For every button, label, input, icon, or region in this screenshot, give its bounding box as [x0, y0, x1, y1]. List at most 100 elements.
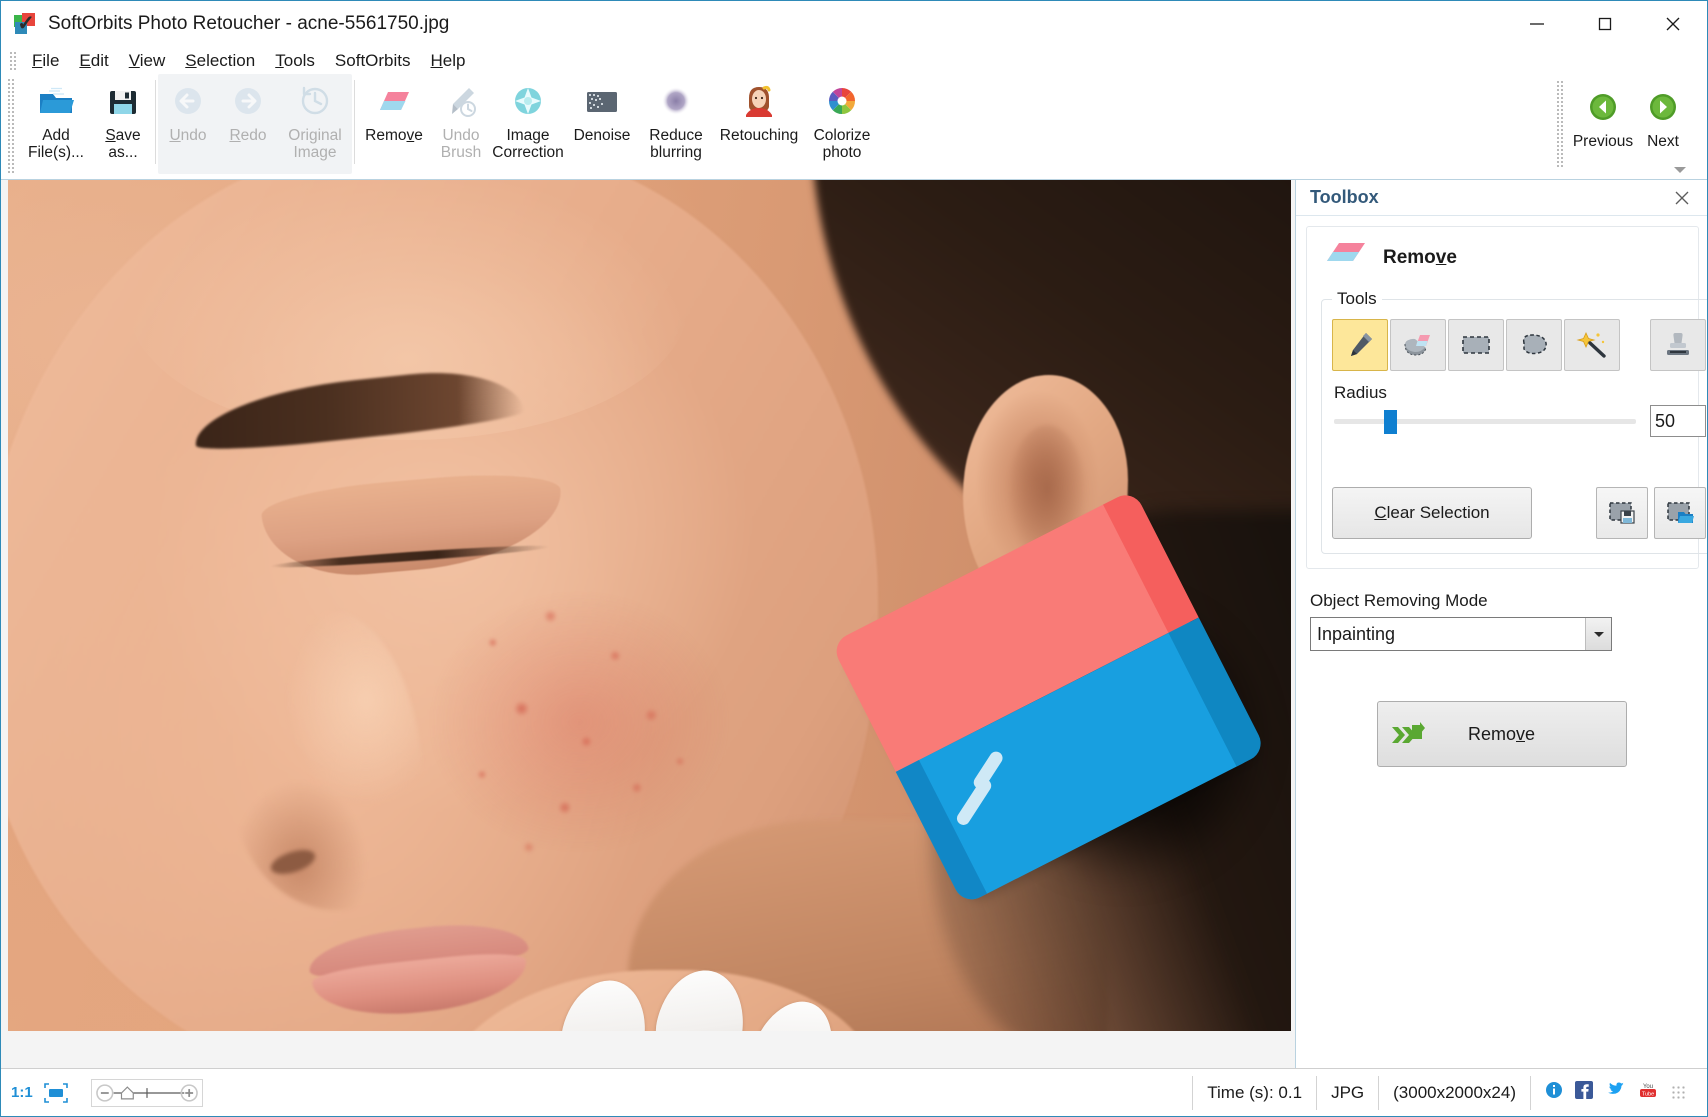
twitter-icon[interactable] — [1605, 1081, 1625, 1104]
radius-row: 50 — [1332, 405, 1706, 437]
portrait-woman-icon — [739, 82, 779, 122]
save-selection-button[interactable] — [1596, 487, 1648, 539]
navigation-grip[interactable] — [1556, 80, 1565, 168]
ribbon-separator-2 — [354, 80, 355, 164]
image-correction-button[interactable]: Image Correction — [491, 74, 565, 170]
undo-brush-line2: Brush — [440, 144, 482, 161]
save-as-label-line1: Save — [105, 127, 141, 144]
tool-magic-wand[interactable] — [1564, 319, 1620, 371]
facebook-icon[interactable] — [1575, 1081, 1593, 1104]
tools-legend: Tools — [1337, 289, 1377, 308]
selection-io-buttons — [1596, 487, 1706, 539]
radius-value-input[interactable]: 50 — [1650, 405, 1706, 437]
radius-slider-thumb[interactable] — [1384, 410, 1397, 434]
application-window: ✓ SoftOrbits Photo Retoucher - acne-5561… — [0, 0, 1708, 1117]
reduce-blurring-line2: blurring — [650, 144, 702, 161]
tools-row — [1332, 319, 1706, 371]
save-as-label-line2: as... — [108, 144, 138, 161]
tools-fieldset: Tools Radius 50 C lear Selection — [1321, 289, 1707, 554]
colorize-photo-button[interactable]: Colorize photo — [805, 74, 879, 170]
add-files-label-line2: File(s)... — [28, 144, 84, 161]
title-bar: ✓ SoftOrbits Photo Retoucher - acne-5561… — [1, 1, 1707, 47]
remove-action-row: Remove — [1296, 701, 1707, 767]
menu-item-help[interactable]: Help — [421, 49, 476, 73]
redo-button[interactable]: Redo — [218, 74, 278, 170]
menu-item-softorbits[interactable]: SoftOrbits — [325, 49, 421, 73]
status-right-group: Time (s): 0.1 JPG (3000x2000x24) You Tub… — [1192, 1069, 1707, 1117]
green-double-chevron-icon — [1390, 720, 1426, 750]
original-image-line1: Original — [288, 127, 342, 144]
denoise-button[interactable]: Denoise — [565, 74, 639, 170]
menu-item-view[interactable]: View — [119, 49, 176, 73]
zoom-slider[interactable] — [90, 1078, 203, 1107]
eraser-icon — [374, 82, 414, 122]
image-correction-line1: Image — [506, 127, 550, 144]
reduce-blurring-button[interactable]: Reduce blurring — [639, 74, 713, 170]
tool-eraser[interactable] — [1390, 319, 1446, 371]
brush-clock-icon — [441, 82, 481, 122]
add-files-button[interactable]: Add File(s)... — [19, 74, 93, 170]
tool-rectangle-select[interactable] — [1448, 319, 1504, 371]
undo-button[interactable]: Undo — [158, 74, 218, 170]
navigation-group: Previous Next — [1556, 74, 1693, 180]
redo-arrow-icon — [228, 82, 268, 122]
status-icons: You Tube — [1530, 1075, 1707, 1110]
remove-tool-button[interactable]: Remove — [357, 74, 431, 170]
remove-action-button[interactable]: Remove — [1376, 701, 1627, 767]
resize-grip-icon[interactable] — [1671, 1084, 1687, 1101]
radius-slider[interactable] — [1332, 407, 1638, 435]
reduce-blurring-line1: Reduce — [649, 127, 703, 144]
menu-drag-grip[interactable] — [9, 50, 18, 71]
zoom-controls: 1:1 — [1, 1078, 203, 1107]
toolbar-ribbon: Add File(s)... Save as... Undo Redo Orig… — [1, 74, 1707, 180]
clear-selection-button[interactable]: Clear Selection — [1332, 487, 1532, 539]
menu-item-selection[interactable]: Selection — [175, 49, 265, 73]
remove-tool-label: Remove — [365, 127, 423, 144]
tool-pencil[interactable] — [1332, 319, 1388, 371]
denoise-label: Denoise — [573, 127, 631, 144]
ribbon-drag-grip[interactable] — [7, 78, 16, 174]
toolbox-panel: Toolbox Remove Tools Radius 50 C lear Se… — [1295, 180, 1707, 1068]
tool-lasso[interactable] — [1506, 319, 1562, 371]
softorbits-logo-icon: ✓ — [14, 13, 36, 35]
ribbon-separator-1 — [155, 80, 156, 164]
menu-item-tools[interactable]: Tools — [265, 49, 325, 73]
photo-image[interactable] — [8, 180, 1291, 1031]
image-canvas-area[interactable] — [1, 180, 1297, 1068]
remove-tool-card: Remove Tools Radius 50 C lear Selection — [1306, 226, 1707, 569]
retouching-button[interactable]: Retouching — [713, 74, 805, 170]
close-button[interactable] — [1639, 1, 1707, 47]
file-format-label: JPG — [1316, 1075, 1378, 1110]
fit-to-window-icon[interactable] — [43, 1082, 69, 1104]
toolbox-close-button[interactable] — [1671, 187, 1693, 209]
eraser-icon — [1325, 241, 1367, 275]
noise-grid-icon — [582, 82, 622, 122]
zoom-ratio-button[interactable]: 1:1 — [11, 1084, 33, 1101]
chevron-down-icon[interactable] — [1585, 618, 1611, 650]
undo-brush-button[interactable]: Undo Brush — [431, 74, 491, 170]
green-left-arrow-icon — [1583, 88, 1623, 128]
save-as-button[interactable]: Save as... — [93, 74, 153, 170]
color-wheel-icon — [822, 82, 862, 122]
minimize-button[interactable] — [1503, 1, 1571, 47]
load-selection-button[interactable] — [1654, 487, 1706, 539]
maximize-button[interactable] — [1571, 1, 1639, 47]
youtube-icon[interactable]: You Tube — [1637, 1081, 1659, 1104]
ribbon-overflow-button[interactable] — [1671, 162, 1689, 176]
undo-arrow-icon — [168, 82, 208, 122]
history-group: Undo Redo Original Image — [158, 74, 352, 174]
image-dimensions-label: (3000x2000x24) — [1378, 1075, 1530, 1110]
menu-item-edit[interactable]: Edit — [69, 49, 118, 73]
remove-mode-header: Remove — [1317, 237, 1688, 285]
menu-item-file[interactable]: File — [22, 49, 69, 73]
object-removing-mode-select[interactable]: Inpainting — [1310, 617, 1612, 651]
undo-brush-line1: Undo — [442, 127, 480, 144]
tool-stamp[interactable] — [1650, 319, 1706, 371]
original-image-button[interactable]: Original Image — [278, 74, 352, 170]
menu-bar: File Edit View Selection Tools SoftOrbit… — [1, 47, 1707, 74]
info-icon[interactable] — [1545, 1081, 1563, 1104]
previous-button[interactable]: Previous — [1573, 80, 1633, 176]
toolbox-header: Toolbox — [1296, 180, 1707, 216]
object-removing-mode-label: Object Removing Mode — [1310, 591, 1488, 610]
next-label: Next — [1647, 133, 1679, 150]
